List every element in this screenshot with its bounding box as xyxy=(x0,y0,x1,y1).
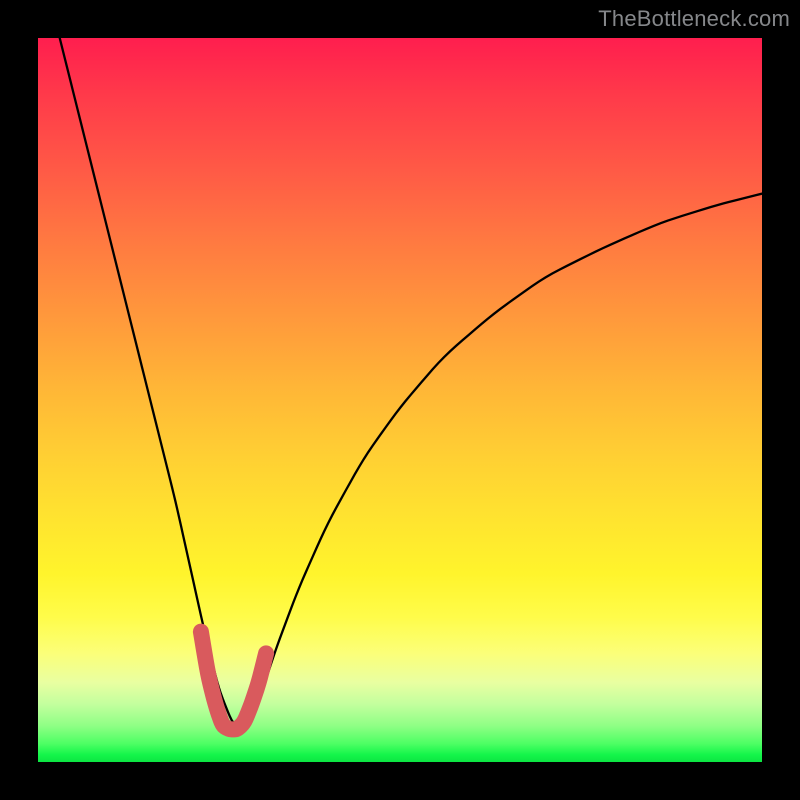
watermark-text: TheBottleneck.com xyxy=(598,6,790,32)
chart-frame: TheBottleneck.com xyxy=(0,0,800,800)
bottleneck-minimum-highlight xyxy=(201,632,266,730)
plot-area xyxy=(38,38,762,762)
curves-svg xyxy=(38,38,762,762)
bottleneck-curve xyxy=(60,38,762,726)
